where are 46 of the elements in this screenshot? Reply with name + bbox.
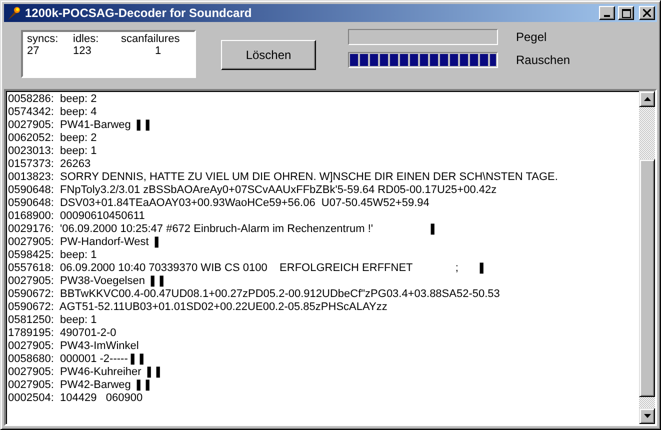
window-title: 1200k-POCSAG-Decoder for Soundcard [25,6,253,20]
log-line: 0168900: 00090610450611 [8,210,146,223]
minimize-button[interactable] [599,6,615,20]
log-line: 0590672: AGT51-52.11UB03+01.01SD02+00.22UE00.2-05.85zPHScALAYzz [8,301,388,314]
log-line: 0598425: beep: 1 [8,249,98,262]
log-line: 0590648: DSV03+01.84TEaAOAY03+00.93WaoHCe59+56.06 U07-50.45W52+59.94 [8,197,430,210]
meter-label: Pegel [516,30,548,44]
log-line: 0590648: FNpToly3.2/3.01 zBSSbAOAreAy0+07SCvAAUxFFbZBk'5-59.64 RD05-00.17U25+00.42z [8,184,498,197]
meter-label: Rauschen [516,53,570,67]
log-line: 0574342: beep: 4 [8,106,98,119]
scroll-up-button[interactable] [639,91,655,107]
stat-label: idles: [73,33,100,45]
scrollbar[interactable] [639,91,655,424]
up-arrow-icon [644,97,650,101]
close-button[interactable] [639,6,655,20]
down-arrow-icon [644,414,650,418]
stat-value: 1 [154,45,162,57]
stat-value: 27 [27,45,40,57]
log-line: 0058680: 000001 -2-----❚❚ [8,353,147,366]
log-line: 0157373: 26263 [8,158,92,171]
log-line: 0027905: PW-Handorf-West ❚ [8,236,162,249]
log-line: 0581250: beep: 1 [8,314,98,327]
torch-icon [6,5,22,21]
close-icon [643,9,651,17]
log-line: 0058286: beep: 2 [8,93,98,106]
log-line: 0590672: BBTwKKVC00.4-00.47UD08.1+00.27zPD05.2-00.912UDbeCf"zPG03.4+03.88SA52-50.53 [8,288,501,301]
log-line: 0027905: PW46-Kuhreiher ❚❚ [8,366,164,379]
log-line: 0062052: beep: 2 [8,132,98,145]
log-line: 0002504: 104429 060900 [8,392,144,405]
stat-label: syncs: [27,33,60,45]
log-line: 0027905: PW43-ImWinkel [8,340,140,353]
log-line: 1789195: 490701-2-0 [8,327,118,340]
log-line: 0027905: PW42-Barweg ❚❚ [8,379,153,392]
scroll-thumb[interactable] [639,159,655,397]
maximize-icon [622,8,630,18]
clear-button[interactable]: Löschen [221,40,316,70]
log-line: 0013823: SORRY DENNIS, HATTE ZU VIEL UM DIE OHREN. W]NSCHE DIR EINEN DER SCH\NSTEN TAGE. [8,171,559,184]
log-line: 0023013: beep: 1 [8,145,98,158]
stat-value: 123 [73,45,92,57]
maximize-button[interactable] [618,6,634,20]
log-line: 0027905: PW38-Voegelsen ❚❚ [8,275,168,288]
log-line: 0027905: PW41-Barweg ❚❚ [8,119,153,132]
log-line: 0029176: '06.09.2000 10:25:47 #672 Einbruch-Alarm im Rechenzentrum !' ❚ [8,223,438,236]
scroll-down-button[interactable] [639,408,655,424]
stat-label: scanfailures [121,33,181,45]
log-line: 0557618: 06.09.2000 10:40 70339370 WIB CS 0100 ERFOLGREICH ERFFNET ; ❚ [8,262,487,275]
